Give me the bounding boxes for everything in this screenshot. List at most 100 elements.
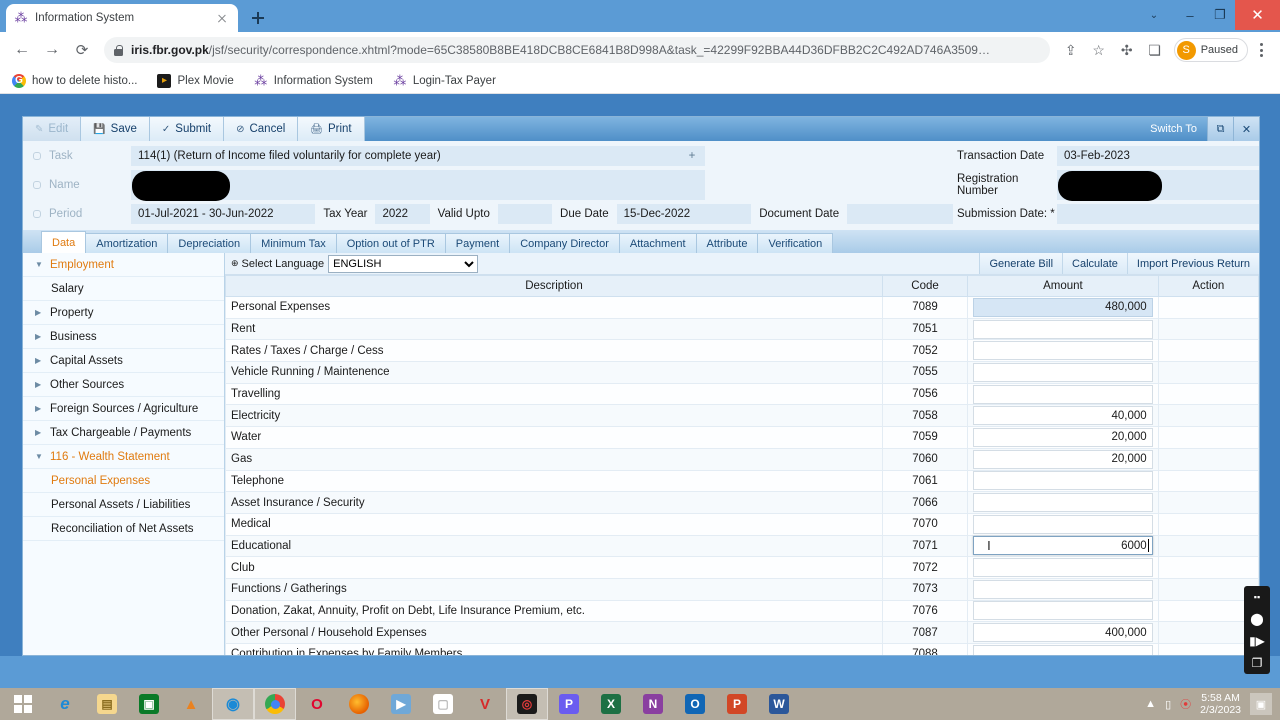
tax-year-value[interactable]: 2022 [375,204,430,224]
amount-input[interactable] [973,384,1153,404]
cell-amount[interactable] [967,361,1159,384]
amount-input[interactable] [973,319,1153,339]
screen-recorder-widget[interactable]: ▪▪ ⬤ ▮▶ ❐ [1244,586,1270,674]
tab-minimum-tax[interactable]: Minimum Tax [250,233,337,253]
cell-action[interactable] [1157,469,1259,493]
cell-action[interactable] [1157,296,1259,319]
sidebar-item-business[interactable]: ▶ Business [23,325,224,349]
submit-button[interactable]: ✓ Submit [149,117,225,141]
amount-input[interactable] [973,427,1153,447]
sidebar-item-wealth-statement[interactable]: ▼ 116 - Wealth Statement [23,445,224,469]
forward-icon[interactable]: → [38,36,66,64]
taskbar-item-firefox[interactable] [338,688,380,720]
cell-action[interactable] [1157,491,1259,514]
action-center-icon[interactable]: ▣ [1250,693,1272,715]
registration-number-value[interactable] [1057,170,1259,201]
taskbar-item-microsoft-store[interactable]: ▣ [128,688,170,720]
cell-action[interactable] [1157,317,1259,341]
amount-input[interactable] [973,406,1153,426]
grid-scroll-area[interactable]: Description Code Amount Action Personal … [225,275,1259,655]
taskbar-item-phone-link[interactable]: P [548,688,590,720]
sidebar-item-capital-assets[interactable]: ▶ Capital Assets [23,349,224,373]
cell-amount[interactable] [967,339,1159,363]
side-panel-icon[interactable]: ❏ [1142,37,1168,63]
close-icon[interactable] [214,10,230,26]
taskbar-item-v-app[interactable]: V [464,688,506,720]
cell-amount[interactable] [967,491,1159,514]
cell-amount[interactable]: I [967,534,1159,558]
window-icon[interactable]: ❐ [1247,655,1267,671]
taskbar-item-screen-recorder[interactable]: ◎ [506,688,548,720]
sidebar-item-foreign-sources-agriculture[interactable]: ▶ Foreign Sources / Agriculture [23,397,224,421]
bookmark-item[interactable]: how to delete histo... [12,73,137,88]
tab-attachment[interactable]: Attachment [618,233,697,253]
taskbar-item-microsoft-edge[interactable]: ◉ [212,688,254,720]
taskbar-item-google-chrome[interactable] [254,688,296,720]
recorder-tray-icon[interactable]: ⦿ [1180,696,1191,712]
amount-input[interactable] [973,536,1153,556]
due-date-value[interactable]: 15-Dec-2022 [616,204,752,224]
new-tab-button[interactable] [244,4,272,32]
valid-upto-value[interactable] [497,204,553,224]
import-previous-return-button[interactable]: Import Previous Return [1126,253,1259,274]
amount-input[interactable] [973,471,1153,491]
cell-amount[interactable] [967,317,1159,341]
cell-amount[interactable] [967,382,1159,406]
sidebar-item-personal-assets-liabilities[interactable]: Personal Assets / Liabilities [23,493,224,517]
sidebar-item-reconciliation-of-net-assets[interactable]: Reconciliation of Net Assets [23,517,224,541]
cell-action[interactable] [1157,382,1259,406]
show-hidden-icons[interactable]: ▲ [1145,698,1156,710]
start-button[interactable] [2,688,44,720]
address-bar[interactable]: iris.fbr.gov.pk/jsf/security/corresponde… [104,37,1050,63]
sidebar-item-salary[interactable]: Salary [23,277,224,301]
cell-amount[interactable] [967,556,1159,579]
restore-icon[interactable]: ⧉ [1207,117,1233,141]
amount-input[interactable] [973,601,1153,621]
amount-input[interactable] [973,579,1153,599]
amount-input[interactable] [973,644,1153,655]
cell-amount[interactable] [967,469,1159,493]
amount-input[interactable] [973,623,1153,643]
taskbar-item-media-player[interactable]: ▶ [380,688,422,720]
amount-input[interactable] [973,449,1153,469]
battery-icon[interactable]: ▯ [1165,698,1171,711]
video-icon[interactable]: ▮▶ [1247,633,1267,649]
taskbar-item-powerpoint[interactable]: P [716,688,758,720]
tab-data[interactable]: Data [41,231,87,253]
close-form-icon[interactable]: ✕ [1233,117,1259,141]
tab-company-director[interactable]: Company Director [509,233,620,253]
taskbar-item-word[interactable]: W [758,688,800,720]
transaction-date-value[interactable]: 03-Feb-2023 [1057,146,1259,166]
share-icon[interactable]: ⇪ [1058,37,1084,63]
bookmark-item[interactable]: ⁂ Information System [254,73,373,88]
language-select[interactable]: ENGLISH [328,254,479,273]
taskbar-item-internet-explorer[interactable]: e [44,688,86,720]
camera-icon[interactable]: ⬤ [1247,611,1267,627]
amount-input[interactable] [973,341,1153,361]
cell-amount[interactable] [967,621,1159,644]
bookmark-star-icon[interactable]: ☆ [1086,37,1112,63]
amount-input[interactable] [973,297,1153,317]
cell-action[interactable] [1157,447,1259,471]
taskbar-item-document[interactable]: ▢ [422,688,464,720]
bookmark-item[interactable]: Plex Movie [157,73,234,88]
minimize-button[interactable]: – [1175,0,1205,30]
cell-action[interactable] [1157,404,1259,428]
close-window-button[interactable]: ✕ [1235,0,1280,30]
calculate-button[interactable]: Calculate [1062,253,1127,274]
amount-input[interactable] [973,558,1153,578]
bookmark-item[interactable]: ⁂ Login-Tax Payer [393,73,496,88]
tab-attribute[interactable]: Attribute [695,233,759,253]
back-icon[interactable]: ← [8,36,36,64]
taskbar-item-outlook[interactable]: O [674,688,716,720]
tab-payment[interactable]: Payment [444,233,511,253]
cell-action[interactable] [1157,556,1259,579]
name-value[interactable] [131,170,705,201]
maximize-button[interactable]: ❐ [1205,0,1235,30]
profile-chip[interactable]: S Paused [1173,38,1248,62]
add-task-button[interactable]: + [679,146,705,166]
cell-action[interactable] [1157,361,1259,384]
period-value[interactable]: 01-Jul-2021 - 30-Jun-2022 [131,204,316,224]
taskbar-item-opera[interactable]: O [296,688,338,720]
clock[interactable]: 5:58 AM 2/3/2023 [1200,692,1241,716]
